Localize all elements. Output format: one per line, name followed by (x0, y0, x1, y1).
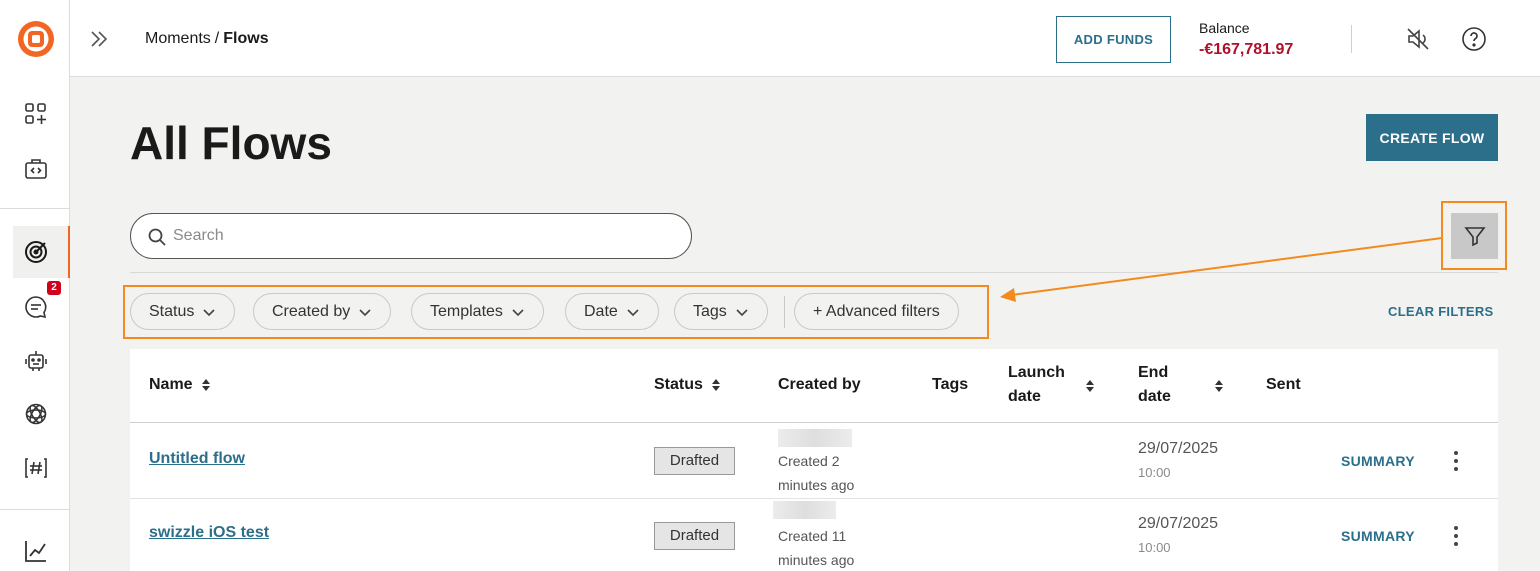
balance-value: -€167,781.97 (1199, 41, 1294, 58)
created-time-line: Created 11 (778, 528, 847, 544)
openai-icon[interactable] (21, 399, 51, 429)
filter-chip-label: Templates (430, 302, 503, 320)
dashboard-add-icon[interactable] (21, 99, 51, 129)
column-header-tags: Tags (932, 376, 969, 393)
balance-label: Balance (1199, 20, 1250, 36)
search-icon (148, 228, 166, 246)
top-header: Moments / Flows ADD FUNDS Balance -€167,78… (70, 0, 1540, 77)
filter-chip-label: Date (584, 302, 618, 320)
advanced-filters-label: + Advanced filters (813, 302, 940, 320)
column-header-end-date[interactable]: End date (1138, 361, 1171, 409)
notification-badge: 2 (47, 281, 61, 295)
hash-code-icon[interactable] (21, 453, 51, 483)
search-box[interactable] (130, 213, 692, 259)
column-header-name[interactable]: Name (149, 373, 211, 397)
code-briefcase-icon[interactable] (21, 154, 51, 184)
created-time-line: minutes ago (778, 552, 855, 568)
end-time: 10:00 (1138, 540, 1171, 555)
flows-table: Name Status Created by Tags Launch date … (130, 349, 1498, 571)
end-time: 10:00 (1138, 465, 1171, 480)
search-input[interactable] (173, 224, 673, 248)
column-header-label: date (1138, 388, 1171, 405)
header-divider (1351, 25, 1352, 53)
end-date: 29/07/2025 (1138, 515, 1219, 532)
more-options-icon[interactable] (1451, 524, 1461, 548)
sidebar-divider (0, 208, 69, 209)
summary-button[interactable]: SUMMARY (1341, 528, 1415, 544)
add-funds-button[interactable]: ADD FUNDS (1056, 16, 1171, 63)
advanced-filters-chip[interactable]: + Advanced filters (794, 293, 959, 330)
annotation-arrow (1000, 237, 1443, 302)
sort-icon[interactable] (1214, 379, 1224, 393)
chevron-down-icon (359, 308, 371, 316)
column-header-label: End (1138, 364, 1169, 381)
column-header-label: date (1008, 388, 1041, 405)
robot-icon[interactable] (21, 346, 51, 376)
column-header-created-by: Created by (778, 376, 861, 393)
created-time: Created 2 minutes ago (778, 449, 878, 497)
created-by-filter-chip[interactable]: Created by (253, 293, 392, 330)
flow-name-link[interactable]: Untitled flow (149, 450, 245, 468)
help-icon[interactable] (1461, 26, 1487, 52)
creator-avatar-redacted (773, 501, 836, 519)
filter-chip-label: Created by (272, 302, 351, 320)
summary-button[interactable]: SUMMARY (1341, 453, 1415, 469)
creator-avatar-redacted (778, 429, 852, 447)
chat-icon[interactable] (21, 292, 51, 322)
created-time-line: minutes ago (778, 477, 855, 493)
brand-logo-icon[interactable] (17, 20, 55, 58)
sidebar-divider (0, 509, 69, 510)
templates-filter-chip[interactable]: Templates (411, 293, 544, 330)
expand-sidebar-icon[interactable] (88, 28, 110, 50)
table-header-divider (130, 422, 1498, 423)
funnel-icon (1463, 227, 1486, 247)
sort-icon (711, 378, 720, 391)
breadcrumb: Moments / Flows (145, 30, 269, 48)
analytics-icon[interactable] (21, 536, 51, 566)
breadcrumb-separator: / (214, 30, 220, 47)
created-time-line: Created 2 (778, 453, 840, 469)
created-time: Created 11 minutes ago (778, 524, 878, 571)
clear-filters-link[interactable]: CLEAR FILTERS (1388, 304, 1494, 319)
column-header-status[interactable]: Status (654, 373, 721, 397)
column-header-launch-date[interactable]: Launch date (1008, 361, 1065, 409)
column-header-label: Name (149, 376, 193, 393)
status-badge: Drafted (654, 447, 735, 475)
end-date: 29/07/2025 (1138, 440, 1219, 457)
date-filter-chip[interactable]: Date (565, 293, 659, 330)
status-badge: Drafted (654, 522, 735, 550)
flow-name-link[interactable]: swizzle iOS test (149, 524, 269, 542)
page-title: All Flows (130, 117, 332, 169)
more-options-icon[interactable] (1451, 449, 1461, 473)
chip-divider (784, 296, 785, 328)
sort-icon[interactable] (1085, 379, 1095, 393)
chevron-down-icon (203, 308, 215, 316)
target-icon[interactable] (21, 237, 51, 267)
create-flow-button[interactable]: CREATE FLOW (1366, 114, 1498, 161)
table-row-divider (130, 498, 1498, 499)
chevron-down-icon (736, 308, 748, 316)
filter-chip-label: Tags (693, 302, 727, 320)
status-filter-chip[interactable]: Status (130, 293, 236, 330)
breadcrumb-current: Flows (223, 30, 269, 47)
sort-icon (201, 378, 210, 391)
sound-muted-icon[interactable] (1405, 26, 1431, 52)
chevron-down-icon (512, 308, 524, 316)
column-header-label: Status (654, 376, 703, 393)
breadcrumb-parent[interactable]: Moments (145, 30, 211, 47)
filter-chip-label: Status (149, 302, 195, 320)
column-header-label: Launch (1008, 364, 1065, 381)
sidebar: 2 (0, 0, 70, 571)
tags-filter-chip[interactable]: Tags (674, 293, 768, 330)
chevron-down-icon (627, 308, 639, 316)
filter-toggle-button[interactable] (1451, 213, 1498, 259)
column-header-sent: Sent (1266, 376, 1301, 393)
